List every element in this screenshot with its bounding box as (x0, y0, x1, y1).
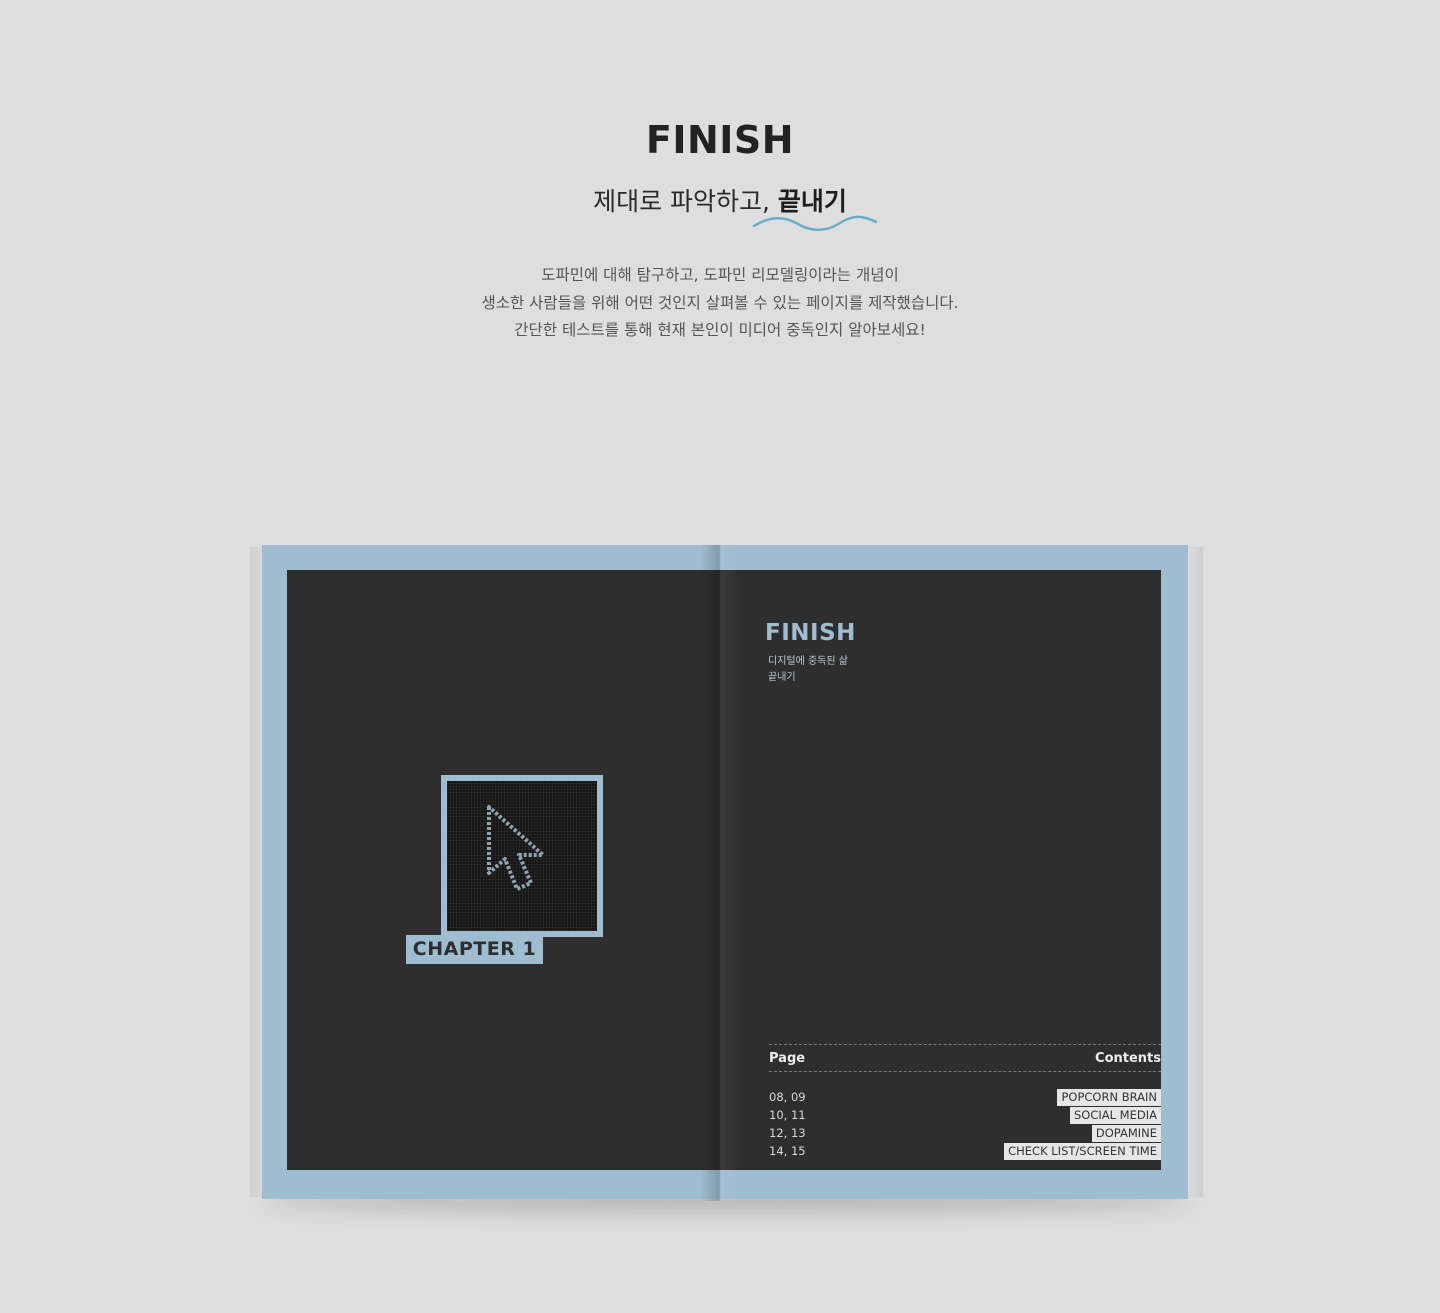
toc-page: 08, 09 (769, 1090, 806, 1104)
section-subtitle: 제대로 파악하고, 끝내기 (0, 182, 1440, 218)
book-spine (700, 545, 740, 1201)
toc-content: CHECK LIST/SCREEN TIME (1004, 1142, 1161, 1160)
description-line: 간단한 테스트를 통해 현재 본인이 미디어 중독인지 알아보세요! (514, 321, 926, 339)
toc-content: DOPAMINE (1091, 1124, 1161, 1142)
toc-row: 08, 09 POPCORN BRAIN (769, 1088, 1161, 1106)
toc-row: 10, 11 SOCIAL MEDIA (769, 1106, 1161, 1124)
book-finish-title: FINISH (765, 620, 856, 646)
book-finish-subtitle: 디지털에 중독된 삶 끝내기 (768, 654, 848, 686)
toc-page: 10, 11 (769, 1108, 806, 1122)
toc-content: SOCIAL MEDIA (1069, 1106, 1161, 1124)
toc-content: POPCORN BRAIN (1057, 1088, 1161, 1106)
subtitle-line: 디지털에 중독된 삶 (768, 656, 848, 667)
chapter-label: CHAPTER 1 (406, 935, 543, 964)
toc-row: 14, 15 CHECK LIST/SCREEN TIME (769, 1142, 1161, 1160)
toc-page: 14, 15 (769, 1144, 806, 1158)
section-title: FINISH (645, 118, 795, 162)
description-line: 도파민에 대해 탐구하고, 도파민 리모델링이라는 개념이 (541, 266, 899, 284)
toc-row: 12, 13 DOPAMINE (769, 1124, 1161, 1142)
wave-underline-icon (752, 215, 878, 232)
toc-page: 12, 13 (769, 1126, 806, 1140)
cursor-arrow-icon (487, 805, 545, 891)
chapter-image (447, 781, 597, 931)
toc-header: Page Contents (769, 1044, 1161, 1072)
toc-page-header: Page (769, 1050, 806, 1066)
subtitle-plain: 제대로 파악하고, (593, 187, 770, 216)
section-description: 도파민에 대해 탐구하고, 도파민 리모델링이라는 개념이 생소한 사람들을 위… (0, 262, 1440, 345)
subtitle-bold: 끝내기 (777, 187, 847, 216)
subtitle-line: 끝내기 (768, 672, 796, 683)
toc-contents-header: Contents (1095, 1050, 1161, 1066)
chapter-image-frame (441, 775, 603, 937)
description-line: 생소한 사람들을 위해 어떤 것인지 살펴볼 수 있는 페이지를 제작했습니다. (481, 293, 959, 312)
